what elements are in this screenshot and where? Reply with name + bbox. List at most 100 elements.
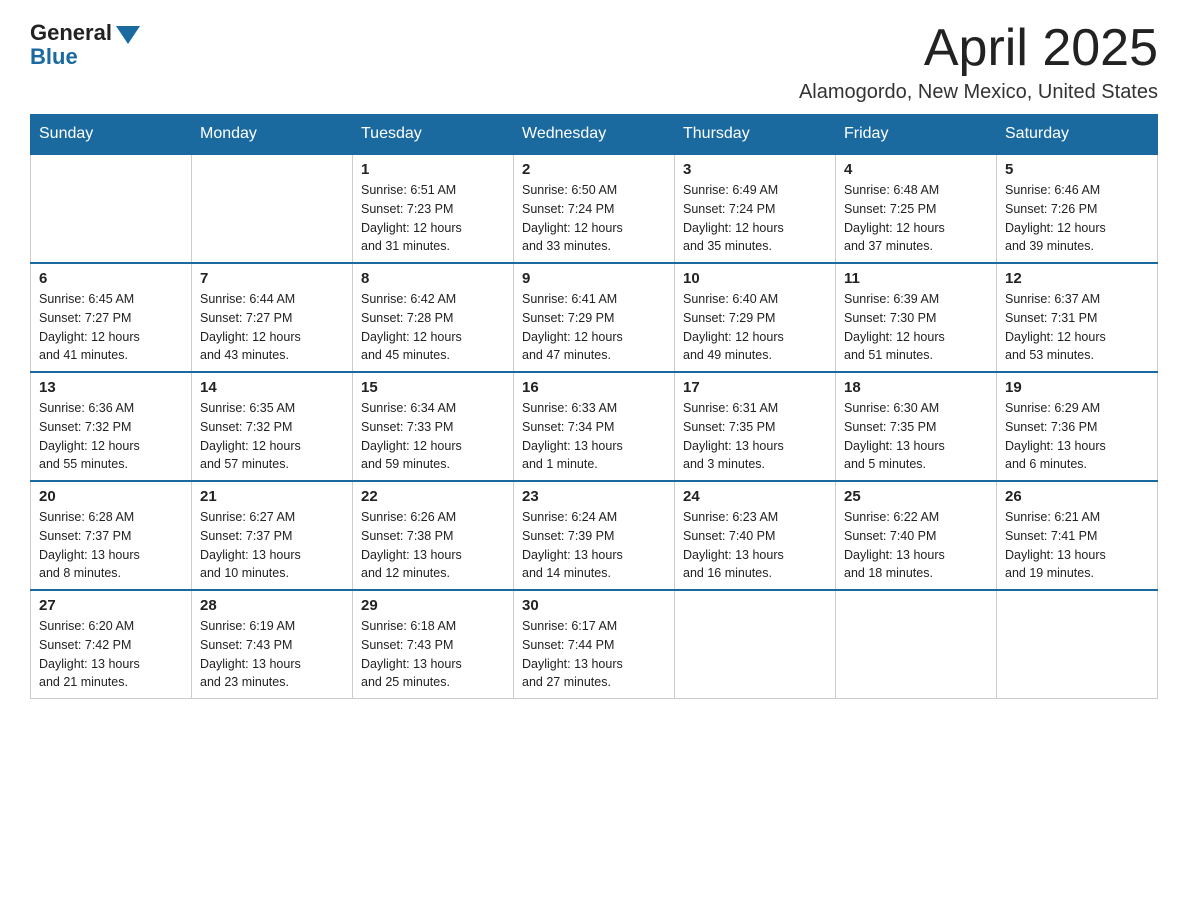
calendar-cell: 20 Sunrise: 6:28 AM Sunset: 7:37 PM Dayli… [31,481,192,590]
calendar-cell [675,590,836,699]
header-tuesday: Tuesday [353,115,514,155]
day-info: Sunrise: 6:44 AM Sunset: 7:27 PM Dayligh… [200,290,344,365]
day-number: 26 [1005,488,1149,505]
calendar-cell: 10 Sunrise: 6:40 AM Sunset: 7:29 PM Dayli… [675,263,836,372]
day-info: Sunrise: 6:17 AM Sunset: 7:44 PM Dayligh… [522,617,666,692]
header-saturday: Saturday [997,115,1158,155]
calendar-cell: 23Sunrise: 6:24 AM Sunset: 7:39 PM Dayli… [514,481,675,590]
day-info: Sunrise: 6:28 AM Sunset: 7:37 PM Dayligh… [39,508,183,583]
day-number: 13 [39,379,183,396]
day-number: 4 [844,161,988,178]
day-info: Sunrise: 6:29 AM Sunset: 7:36 PM Dayligh… [1005,399,1149,474]
day-number: 19 [1005,379,1149,396]
day-info: Sunrise: 6:46 AM Sunset: 7:26 PM Dayligh… [1005,181,1149,256]
day-number: 7 [200,270,344,287]
calendar-cell: 15 Sunrise: 6:34 AM Sunset: 7:33 PM Dayli… [353,372,514,481]
calendar-cell [31,154,192,263]
day-info: Sunrise: 6:36 AM Sunset: 7:32 PM Dayligh… [39,399,183,474]
calendar-cell: 18Sunrise: 6:30 AM Sunset: 7:35 PM Dayli… [836,372,997,481]
calendar-cell: 13 Sunrise: 6:36 AM Sunset: 7:32 PM Dayli… [31,372,192,481]
day-info: Sunrise: 6:51 AM Sunset: 7:23 PM Dayligh… [361,181,505,256]
day-number: 14 [200,379,344,396]
day-info: Sunrise: 6:48 AM Sunset: 7:25 PM Dayligh… [844,181,988,256]
day-number: 10 [683,270,827,287]
day-info: Sunrise: 6:40 AM Sunset: 7:29 PM Dayligh… [683,290,827,365]
location-subtitle: Alamogordo, New Mexico, United States [799,81,1158,104]
day-number: 18 [844,379,988,396]
day-number: 9 [522,270,666,287]
day-info: Sunrise: 6:24 AM Sunset: 7:39 PM Dayligh… [522,508,666,583]
day-info: Sunrise: 6:18 AM Sunset: 7:43 PM Dayligh… [361,617,505,692]
day-number: 29 [361,597,505,614]
day-number: 27 [39,597,183,614]
logo: General Blue [30,20,140,70]
day-info: Sunrise: 6:26 AM Sunset: 7:38 PM Dayligh… [361,508,505,583]
day-number: 22 [361,488,505,505]
day-number: 5 [1005,161,1149,178]
calendar-cell: 27Sunrise: 6:20 AM Sunset: 7:42 PM Dayli… [31,590,192,699]
day-info: Sunrise: 6:19 AM Sunset: 7:43 PM Dayligh… [200,617,344,692]
week-row-3: 20 Sunrise: 6:28 AM Sunset: 7:37 PM Dayli… [31,481,1158,590]
day-info: Sunrise: 6:50 AM Sunset: 7:24 PM Dayligh… [522,181,666,256]
day-number: 11 [844,270,988,287]
day-info: Sunrise: 6:23 AM Sunset: 7:40 PM Dayligh… [683,508,827,583]
title-block: April 2025 Alamogordo, New Mexico, Unite… [799,20,1158,104]
day-number: 12 [1005,270,1149,287]
calendar-cell: 22 Sunrise: 6:26 AM Sunset: 7:38 PM Dayli… [353,481,514,590]
week-row-1: 6Sunrise: 6:45 AM Sunset: 7:27 PM Daylig… [31,263,1158,372]
day-number: 24 [683,488,827,505]
day-number: 3 [683,161,827,178]
header-row: SundayMondayTuesdayWednesdayThursdayFrid… [31,115,1158,155]
week-row-2: 13 Sunrise: 6:36 AM Sunset: 7:32 PM Dayli… [31,372,1158,481]
header-friday: Friday [836,115,997,155]
day-info: Sunrise: 6:22 AM Sunset: 7:40 PM Dayligh… [844,508,988,583]
day-info: Sunrise: 6:41 AM Sunset: 7:29 PM Dayligh… [522,290,666,365]
calendar-cell: 30Sunrise: 6:17 AM Sunset: 7:44 PM Dayli… [514,590,675,699]
calendar-cell: 28 Sunrise: 6:19 AM Sunset: 7:43 PM Dayli… [192,590,353,699]
calendar-cell: 2 Sunrise: 6:50 AM Sunset: 7:24 PM Daylig… [514,154,675,263]
logo-arrow-icon [116,26,140,44]
day-info: Sunrise: 6:35 AM Sunset: 7:32 PM Dayligh… [200,399,344,474]
calendar-cell: 19 Sunrise: 6:29 AM Sunset: 7:36 PM Dayli… [997,372,1158,481]
day-info: Sunrise: 6:31 AM Sunset: 7:35 PM Dayligh… [683,399,827,474]
calendar-cell: 12Sunrise: 6:37 AM Sunset: 7:31 PM Dayli… [997,263,1158,372]
day-info: Sunrise: 6:34 AM Sunset: 7:33 PM Dayligh… [361,399,505,474]
week-row-4: 27Sunrise: 6:20 AM Sunset: 7:42 PM Dayli… [31,590,1158,699]
month-year-title: April 2025 [799,20,1158,77]
day-info: Sunrise: 6:33 AM Sunset: 7:34 PM Dayligh… [522,399,666,474]
calendar-cell [836,590,997,699]
calendar-cell: 16 Sunrise: 6:33 AM Sunset: 7:34 PM Dayli… [514,372,675,481]
header-thursday: Thursday [675,115,836,155]
day-info: Sunrise: 6:49 AM Sunset: 7:24 PM Dayligh… [683,181,827,256]
calendar-cell: 17 Sunrise: 6:31 AM Sunset: 7:35 PM Dayli… [675,372,836,481]
day-number: 16 [522,379,666,396]
day-number: 17 [683,379,827,396]
day-info: Sunrise: 6:27 AM Sunset: 7:37 PM Dayligh… [200,508,344,583]
calendar-cell: 1Sunrise: 6:51 AM Sunset: 7:23 PM Daylig… [353,154,514,263]
logo-general-text: General [30,20,112,46]
calendar-cell: 6Sunrise: 6:45 AM Sunset: 7:27 PM Daylig… [31,263,192,372]
day-number: 20 [39,488,183,505]
calendar-cell: 11 Sunrise: 6:39 AM Sunset: 7:30 PM Dayli… [836,263,997,372]
calendar-body: 1Sunrise: 6:51 AM Sunset: 7:23 PM Daylig… [31,154,1158,699]
calendar-cell: 24 Sunrise: 6:23 AM Sunset: 7:40 PM Dayli… [675,481,836,590]
calendar-cell [997,590,1158,699]
calendar-cell: 3 Sunrise: 6:49 AM Sunset: 7:24 PM Daylig… [675,154,836,263]
day-number: 28 [200,597,344,614]
calendar-cell: 7 Sunrise: 6:44 AM Sunset: 7:27 PM Daylig… [192,263,353,372]
day-info: Sunrise: 6:21 AM Sunset: 7:41 PM Dayligh… [1005,508,1149,583]
calendar-cell: 4 Sunrise: 6:48 AM Sunset: 7:25 PM Daylig… [836,154,997,263]
page-header: General Blue April 2025 Alamogordo, New … [30,20,1158,104]
day-info: Sunrise: 6:39 AM Sunset: 7:30 PM Dayligh… [844,290,988,365]
day-info: Sunrise: 6:42 AM Sunset: 7:28 PM Dayligh… [361,290,505,365]
calendar-cell [192,154,353,263]
calendar-cell: 14 Sunrise: 6:35 AM Sunset: 7:32 PM Dayli… [192,372,353,481]
day-number: 15 [361,379,505,396]
day-number: 8 [361,270,505,287]
day-number: 21 [200,488,344,505]
day-number: 2 [522,161,666,178]
calendar-cell: 5 Sunrise: 6:46 AM Sunset: 7:26 PM Daylig… [997,154,1158,263]
calendar-cell: 26 Sunrise: 6:21 AM Sunset: 7:41 PM Dayli… [997,481,1158,590]
day-number: 25 [844,488,988,505]
day-info: Sunrise: 6:45 AM Sunset: 7:27 PM Dayligh… [39,290,183,365]
